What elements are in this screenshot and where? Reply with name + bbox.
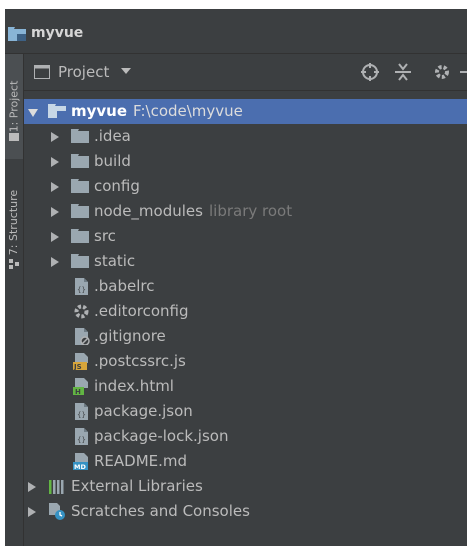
root-name: myvue xyxy=(71,102,128,120)
tree-row-config[interactable]: config xyxy=(24,174,467,199)
collapse-all-icon[interactable] xyxy=(393,62,413,82)
tree-item-label: .postcssrc.js xyxy=(94,352,186,370)
tree-row-index-html[interactable]: H index.html xyxy=(24,374,467,399)
chevron-right-icon[interactable] xyxy=(51,182,59,192)
chevron-right-icon[interactable] xyxy=(28,482,36,492)
markdown-file-icon: MD xyxy=(73,453,88,470)
svg-text:{}: {} xyxy=(77,436,86,444)
javascript-file-icon: JS xyxy=(73,353,88,370)
tree-row-idea[interactable]: .idea xyxy=(24,124,467,149)
project-tool-window: Project myvue F:\code\myvue .idea build … xyxy=(24,54,467,546)
tab-project[interactable]: 1: Project xyxy=(5,54,23,159)
tree-item-label: .babelrc xyxy=(94,277,155,295)
folder-icon xyxy=(71,129,89,143)
tree-item-label: External Libraries xyxy=(71,477,203,495)
tab-structure-label: 7: Structure xyxy=(7,189,21,255)
tree-row-babelrc[interactable]: {} .babelrc xyxy=(24,274,467,299)
project-tab-icon xyxy=(9,133,19,141)
tree-row-readme[interactable]: MD README.md xyxy=(24,449,467,474)
tree-item-label: .idea xyxy=(94,127,131,145)
hide-panel-icon[interactable] xyxy=(458,62,467,82)
json-file-icon: {} xyxy=(75,403,88,420)
tree-row-scratches[interactable]: Scratches and Consoles xyxy=(24,499,467,524)
ignore-file-icon xyxy=(75,328,90,345)
window-title: myvue xyxy=(31,25,84,41)
project-folder-icon xyxy=(8,27,26,41)
chevron-right-icon[interactable] xyxy=(51,232,59,242)
tree-row-package-lock-json[interactable]: {} package-lock.json xyxy=(24,424,467,449)
folder-icon xyxy=(71,154,89,168)
chevron-right-icon[interactable] xyxy=(51,132,59,142)
tree-row-root[interactable]: myvue F:\code\myvue xyxy=(24,99,467,124)
project-toolbar: Project xyxy=(24,54,467,91)
folder-icon xyxy=(71,179,89,193)
library-root-hint: library root xyxy=(209,202,293,220)
tab-structure[interactable]: 7: Structure xyxy=(5,167,23,277)
tree-item-label: build xyxy=(94,152,131,170)
chevron-right-icon[interactable] xyxy=(51,157,59,167)
title-bar: myvue xyxy=(5,9,467,54)
structure-tab-icon xyxy=(9,259,19,269)
chevron-down-icon[interactable] xyxy=(28,109,38,117)
svg-text:{}: {} xyxy=(77,411,86,419)
chevron-right-icon[interactable] xyxy=(28,507,36,517)
folder-icon xyxy=(71,229,89,243)
tree-item-label: static xyxy=(94,252,136,270)
library-icon xyxy=(49,480,64,494)
ide-window: myvue 1: Project 7: Structure Project my… xyxy=(5,9,467,546)
config-file-icon: {} xyxy=(75,278,88,295)
tree-row-static[interactable]: static xyxy=(24,249,467,274)
tree-item-label: .editorconfig xyxy=(94,302,189,320)
locate-file-icon[interactable] xyxy=(360,62,380,82)
scratches-icon xyxy=(49,503,65,520)
tree-row-node-modules[interactable]: node_modules library root xyxy=(24,199,467,224)
chevron-right-icon[interactable] xyxy=(51,207,59,217)
folder-icon xyxy=(71,254,89,268)
tab-project-label: 1: Project xyxy=(7,80,21,133)
tree-row-gitignore[interactable]: .gitignore xyxy=(24,324,467,349)
view-selector-dropdown-icon[interactable] xyxy=(121,68,131,74)
svg-text:MD: MD xyxy=(74,463,86,470)
html-file-icon: H xyxy=(73,378,88,395)
tree-row-editorconfig[interactable]: .editorconfig xyxy=(24,299,467,324)
tree-row-postcssrc[interactable]: JS .postcssrc.js xyxy=(24,349,467,374)
tree-item-label: index.html xyxy=(94,377,174,395)
settings-gear-icon[interactable] xyxy=(432,62,452,82)
view-selector-label[interactable]: Project xyxy=(58,63,109,81)
tree-item-label: node_modules xyxy=(94,202,203,220)
svg-text:{}: {} xyxy=(77,286,86,294)
tree-row-package-json[interactable]: {} package.json xyxy=(24,399,467,424)
tree-row-build[interactable]: build xyxy=(24,149,467,174)
tree-row-external-libraries[interactable]: External Libraries xyxy=(24,474,467,499)
tree-item-label: Scratches and Consoles xyxy=(71,502,250,520)
chevron-right-icon[interactable] xyxy=(51,257,59,267)
tree-item-label: package.json xyxy=(94,402,193,420)
tree-item-label: src xyxy=(94,227,116,245)
svg-text:JS: JS xyxy=(73,363,82,370)
tree-item-label: README.md xyxy=(94,452,188,470)
tree-item-label: .gitignore xyxy=(94,327,166,345)
left-tool-strip: 1: Project 7: Structure xyxy=(5,54,24,546)
folder-icon xyxy=(71,204,89,218)
json-file-icon: {} xyxy=(75,428,88,445)
project-folder-icon xyxy=(48,104,66,118)
tree-row-src[interactable]: src xyxy=(24,224,467,249)
tree-item-label: config xyxy=(94,177,140,195)
svg-text:H: H xyxy=(75,388,81,395)
gear-file-icon xyxy=(74,304,89,319)
project-view-icon xyxy=(34,65,50,79)
root-path: F:\code\myvue xyxy=(133,102,243,120)
tree-item-label: package-lock.json xyxy=(94,427,229,445)
